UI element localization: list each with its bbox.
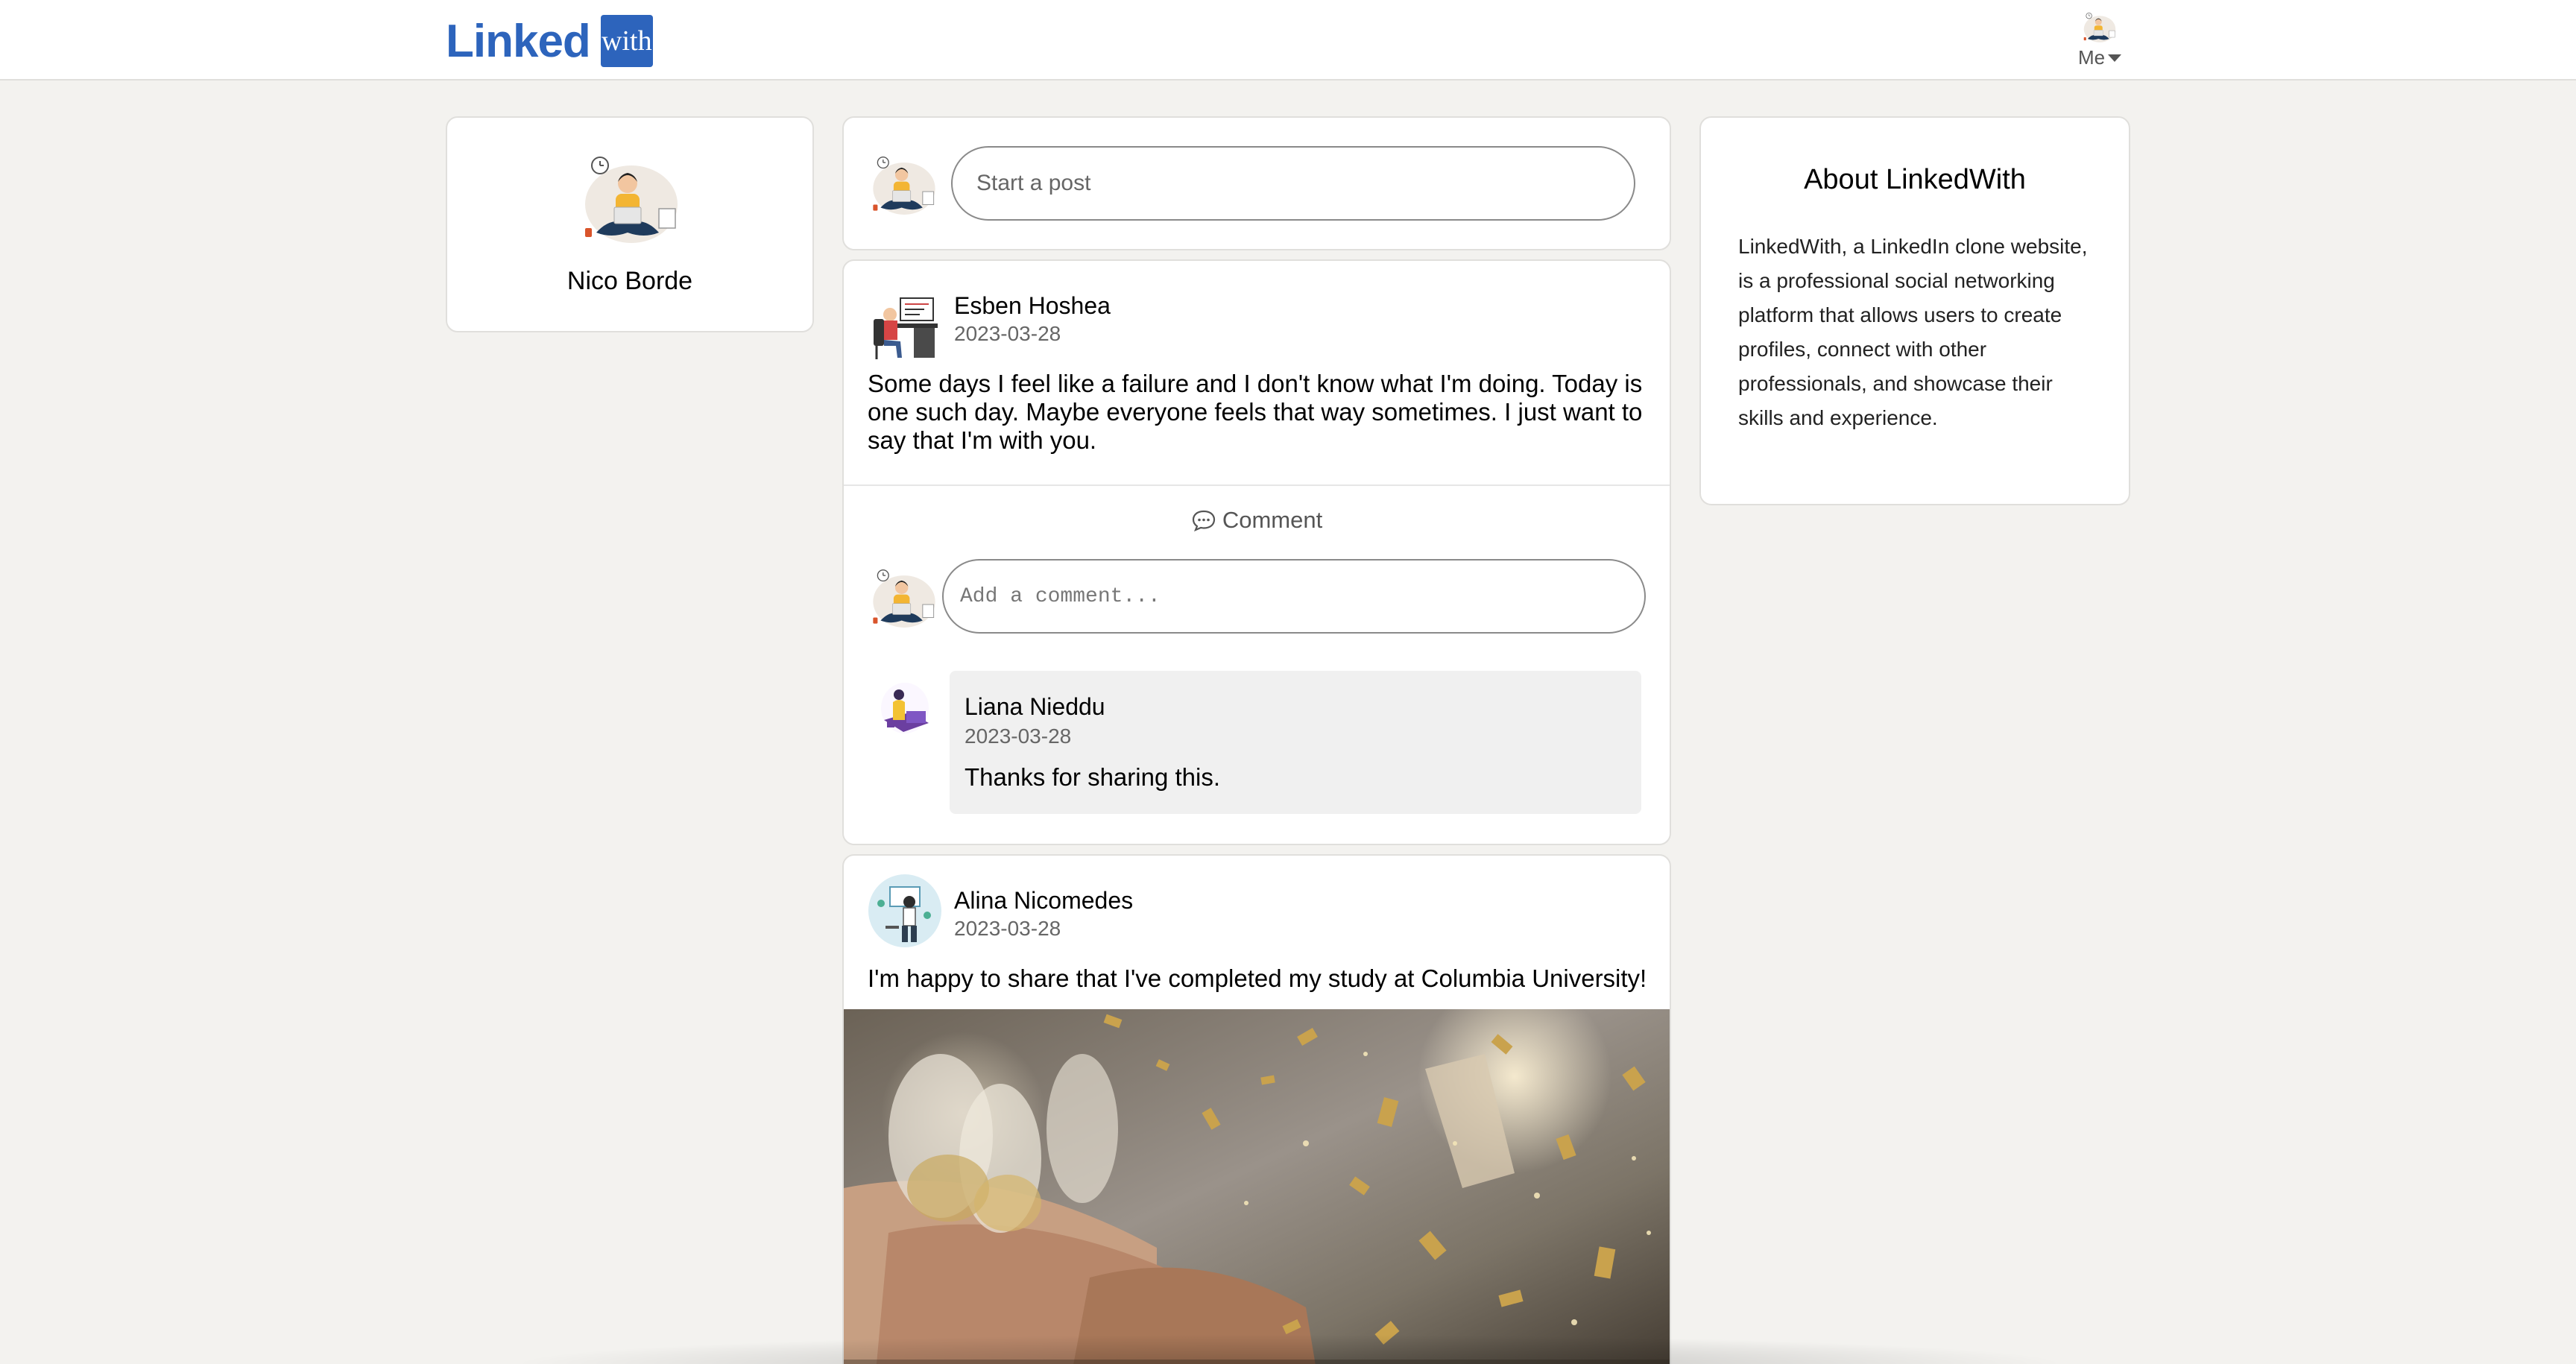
post-date: 2023-03-28 <box>954 322 1061 345</box>
post-divider <box>844 484 1670 486</box>
post-author-name[interactable]: Alina Nicomedes <box>954 887 1133 915</box>
comment-date: 2023-03-28 <box>965 724 1072 748</box>
comment-button-label: Comment <box>1222 507 1323 533</box>
logo-wordmark: Linked <box>446 15 591 67</box>
about-description: LinkedWith, a LinkedIn clone website, is… <box>1738 235 2088 429</box>
add-comment-input[interactable]: Add a comment... <box>942 559 1646 634</box>
comment-button[interactable]: Comment <box>844 507 1670 534</box>
post-composer: Start a post <box>842 116 1671 250</box>
me-label-row: Me <box>2077 46 2122 69</box>
me-menu-button[interactable]: Me <box>2074 10 2126 75</box>
logo-badge: with <box>600 15 653 67</box>
profile-card: Nico Borde <box>446 116 814 332</box>
post-card: Esben Hoshea 2023-03-28 Some days I feel… <box>842 259 1671 845</box>
post-date: 2023-03-28 <box>954 917 1061 940</box>
post-body: I'm happy to share that I've completed m… <box>868 964 1647 992</box>
post-photo-celebration-toast[interactable] <box>844 1009 1671 1364</box>
about-title: About LinkedWith <box>1804 164 2026 195</box>
start-post-input[interactable]: Start a post <box>951 146 1635 221</box>
me-avatar <box>2083 13 2116 43</box>
profile-name[interactable]: Nico Borde <box>447 267 812 296</box>
caret-down-icon <box>2108 54 2122 62</box>
about-card: About LinkedWith LinkedWith, a LinkedIn … <box>1699 116 2130 505</box>
speech-bubble-icon <box>1192 510 1215 531</box>
top-navigation-bar: Linked with Me <box>0 0 2576 80</box>
profile-avatar[interactable] <box>581 155 681 244</box>
comment-bubble: Liana Nieddu 2023-03-28 Thanks for shari… <box>950 671 1641 814</box>
comment-text: Thanks for sharing this. <box>965 763 1220 791</box>
composer-avatar <box>872 157 936 215</box>
post-author-name[interactable]: Esben Hoshea <box>954 292 1111 320</box>
comment-composer-avatar <box>872 569 936 628</box>
post-author-avatar[interactable] <box>868 289 941 362</box>
me-label: Me <box>2077 46 2106 69</box>
post-card: Alina Nicomedes 2023-03-28 I'm happy to … <box>842 854 1671 1364</box>
comment-author-avatar[interactable] <box>877 678 933 738</box>
post-author-avatar[interactable] <box>868 874 942 948</box>
post-body: Some days I feel like a failure and I do… <box>868 370 1643 454</box>
linkedwith-logo[interactable]: Linked with <box>446 15 653 67</box>
comment-author-name[interactable]: Liana Nieddu <box>965 693 1105 721</box>
